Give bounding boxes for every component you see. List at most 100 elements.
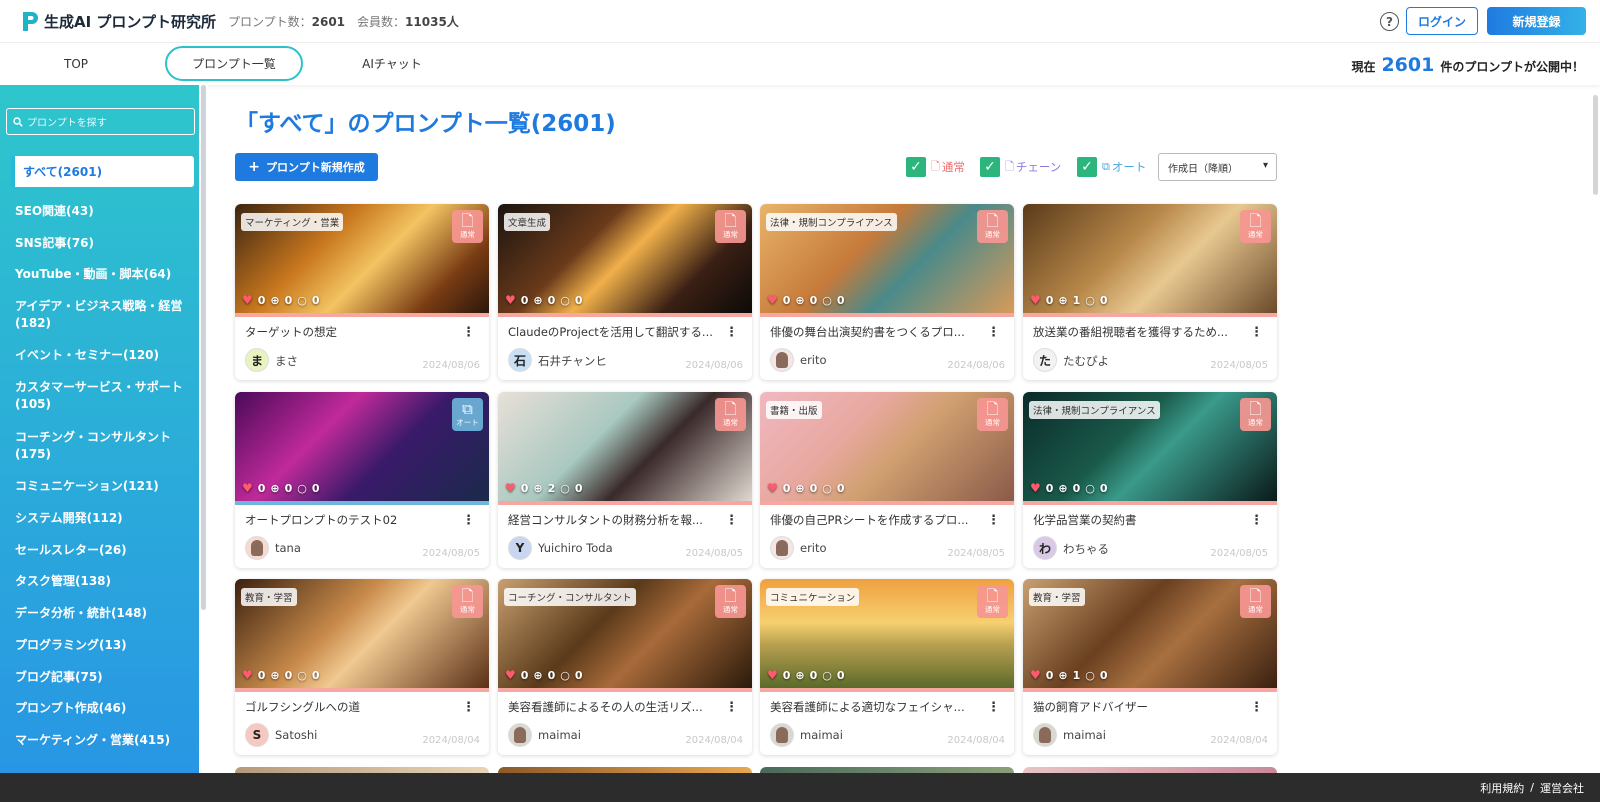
author-name[interactable]: たむぴよ (1063, 353, 1109, 369)
more-options-icon[interactable]: ⋮ (987, 700, 1000, 715)
heart-icon[interactable]: ♥ (1030, 481, 1041, 495)
author-name[interactable]: tana (275, 541, 301, 555)
card-title[interactable]: 化学品営業の契約書 (1033, 512, 1248, 528)
prompt-card[interactable]: 書籍・出版 🗋 通常 ♥ 0 ⊕ 0 ○ 0 俳優の自己PRシートを作成するプロ... ⋮ erito… (760, 392, 1014, 568)
heart-icon[interactable]: ♥ (505, 293, 516, 307)
sidebar-item[interactable]: SEO関連(43) (15, 203, 195, 220)
sidebar-item[interactable]: データ分析・統計(148) (15, 605, 195, 622)
sidebar-item[interactable]: コミュニケーション(121) (15, 478, 195, 495)
avatar[interactable]: Y (508, 536, 532, 560)
card-title[interactable]: ClaudeのProjectを活用して翻訳する... (508, 324, 723, 340)
card-title[interactable]: 美容看護師による適切なフェイシャ... (770, 699, 985, 715)
login-button[interactable]: ログイン (1406, 7, 1478, 35)
prompt-card[interactable]: 教育・学習 🗋 通常 ♥ 0 ⊕ 0 ○ 0 ゴルフシングルへの道 ⋮ S Satoshi 2024/08… (235, 579, 489, 755)
sidebar-scrollbar[interactable] (199, 85, 208, 773)
tab-ai-chat[interactable]: AIチャット (352, 46, 432, 81)
sort-select[interactable]: 作成日（降順） ▾ (1158, 153, 1277, 181)
avatar[interactable]: わ (1033, 536, 1057, 560)
filter-auto[interactable]: ✓ ⧉ オート (1077, 156, 1146, 178)
heart-icon[interactable]: ♥ (242, 293, 253, 307)
author-name[interactable]: 石井チャンヒ (538, 353, 607, 369)
sidebar-item-all[interactable]: すべて(2601) (11, 156, 194, 187)
heart-icon[interactable]: ♥ (1030, 293, 1041, 307)
more-options-icon[interactable]: ⋮ (1250, 513, 1263, 528)
card-title[interactable]: 俳優の舞台出演契約書をつくるプロ... (770, 324, 985, 340)
heart-icon[interactable]: ♥ (242, 481, 253, 495)
heart-icon[interactable]: ♥ (1030, 668, 1041, 682)
author-name[interactable]: maimai (538, 728, 581, 742)
avatar[interactable]: ま (245, 348, 269, 372)
card-title[interactable]: 俳優の自己PRシートを作成するプロ... (770, 512, 985, 528)
prompt-card[interactable]: マーケティング・営業 🗋 通常 ♥ 0 ⊕ 0 ○ 0 ターゲットの想定 ⋮ ままさ 2024/08/0… (235, 204, 489, 380)
help-icon[interactable]: ? (1380, 12, 1399, 31)
filter-chain[interactable]: ✓ 🗋 チェーン (980, 156, 1061, 178)
author-name[interactable]: Yuichiro Toda (538, 541, 613, 555)
avatar[interactable]: 石 (508, 348, 532, 372)
avatar[interactable] (245, 536, 269, 560)
prompt-card[interactable]: 🗋 通常 ♥ 0 ⊕ 2 ○ 0 経営コンサルタントの財務分析を報... ⋮ Y Yuichiro T… (498, 392, 752, 568)
sidebar-item[interactable]: ブログ記事(75) (15, 669, 195, 686)
author-name[interactable]: まさ (275, 353, 298, 369)
avatar[interactable]: S (245, 723, 269, 747)
heart-icon[interactable]: ♥ (505, 481, 516, 495)
avatar[interactable] (770, 723, 794, 747)
author-name[interactable]: maimai (800, 728, 843, 742)
avatar[interactable] (770, 348, 794, 372)
heart-icon[interactable]: ♥ (767, 481, 778, 495)
sidebar-item[interactable]: プロンプト作成(46) (15, 700, 195, 717)
heart-icon[interactable]: ♥ (242, 668, 253, 682)
avatar[interactable] (1033, 723, 1057, 747)
author-name[interactable]: Satoshi (275, 728, 317, 742)
prompt-card[interactable]: 法律・規制コンプライアンス 🗋 通常 ♥ 0 ⊕ 0 ○ 0 俳優の舞台出演契約書をつくるプロ..… (760, 204, 1014, 380)
more-options-icon[interactable]: ⋮ (725, 325, 738, 340)
more-options-icon[interactable]: ⋮ (462, 513, 475, 528)
more-options-icon[interactable]: ⋮ (462, 700, 475, 715)
sidebar-item[interactable]: アイデア・ビジネス戦略・経営(182) (15, 298, 195, 332)
sidebar-item[interactable]: カスタマーサービス・サポート(105) (15, 379, 195, 413)
site-logo-text[interactable]: 生成AI プロンプト研究所 (44, 11, 216, 32)
card-title[interactable]: 経営コンサルタントの財務分析を報... (508, 512, 723, 528)
sidebar-item[interactable]: プログラミング(13) (15, 637, 195, 654)
more-options-icon[interactable]: ⋮ (725, 700, 738, 715)
more-options-icon[interactable]: ⋮ (462, 325, 475, 340)
new-prompt-button[interactable]: + プロンプト新規作成 (235, 153, 378, 181)
avatar[interactable] (508, 723, 532, 747)
sidebar-item[interactable]: タスク管理(138) (15, 573, 195, 590)
check-icon[interactable]: ✓ (1077, 157, 1097, 177)
prompt-card[interactable]: コーチング・コンサルタント 🗋 通常 ♥ 0 ⊕ 0 ○ 0 美容看護師によるその人の生活リズ..… (498, 579, 752, 755)
prompt-card[interactable]: コミュニケーション 🗋 通常 ♥ 0 ⊕ 0 ○ 0 美容看護師による適切なフェイシャ... ⋮ ma… (760, 579, 1014, 755)
logo-icon[interactable] (20, 10, 40, 32)
company-link[interactable]: 運営会社 (1540, 780, 1584, 796)
prompt-search-input[interactable]: プロンプトを探す (6, 108, 195, 135)
more-options-icon[interactable]: ⋮ (987, 325, 1000, 340)
sidebar-item[interactable]: コーチング・コンサルタント(175) (15, 429, 195, 463)
heart-icon[interactable]: ♥ (767, 668, 778, 682)
tab-prompt-list[interactable]: プロンプト一覧 (165, 46, 303, 81)
prompt-card[interactable]: 文章生成 🗋 通常 ♥ 0 ⊕ 0 ○ 0 ClaudeのProjectを活用して翻訳する... ⋮… (498, 204, 752, 380)
sidebar-item[interactable]: マーケティング・営業(415) (15, 732, 195, 749)
check-icon[interactable]: ✓ (906, 157, 926, 177)
more-options-icon[interactable]: ⋮ (987, 513, 1000, 528)
prompt-card[interactable]: ⧉ オート ♥ 0 ⊕ 0 ○ 0 オートプロンプトのテスト02 ⋮ tana 2024/08/05 (235, 392, 489, 568)
author-name[interactable]: maimai (1063, 728, 1106, 742)
sidebar-item[interactable]: SNS記事(76) (15, 235, 195, 252)
terms-link[interactable]: 利用規約 (1480, 780, 1524, 796)
prompt-card[interactable]: 教育・学習 🗋 通常 ♥ 0 ⊕ 1 ○ 0 猫の飼育アドバイザー ⋮ maimai 2024/08/0… (1023, 579, 1277, 755)
heart-icon[interactable]: ♥ (505, 668, 516, 682)
author-name[interactable]: わちゃる (1063, 541, 1109, 557)
signup-button[interactable]: 新規登録 (1487, 7, 1586, 35)
page-scrollbar[interactable] (1591, 85, 1600, 773)
tab-top[interactable]: TOP (36, 46, 116, 81)
check-icon[interactable]: ✓ (980, 157, 1000, 177)
prompt-card[interactable]: 法律・規制コンプライアンス 🗋 通常 ♥ 0 ⊕ 0 ○ 0 化学品営業の契約書 ⋮ わわちゃる 202… (1023, 392, 1277, 568)
card-title[interactable]: 放送業の番組視聴者を獲得するため... (1033, 324, 1248, 340)
filter-normal[interactable]: ✓ 🗋 通常 (906, 156, 965, 178)
card-title[interactable]: 猫の飼育アドバイザー (1033, 699, 1248, 715)
author-name[interactable]: erito (800, 353, 827, 367)
sidebar-scroll-thumb[interactable] (201, 85, 206, 610)
card-title[interactable]: ターゲットの想定 (245, 324, 460, 340)
sidebar-item[interactable]: セールスレター(26) (15, 542, 195, 559)
card-title[interactable]: オートプロンプトのテスト02 (245, 512, 460, 528)
sidebar-item[interactable]: イベント・セミナー(120) (15, 347, 195, 364)
avatar[interactable] (770, 536, 794, 560)
